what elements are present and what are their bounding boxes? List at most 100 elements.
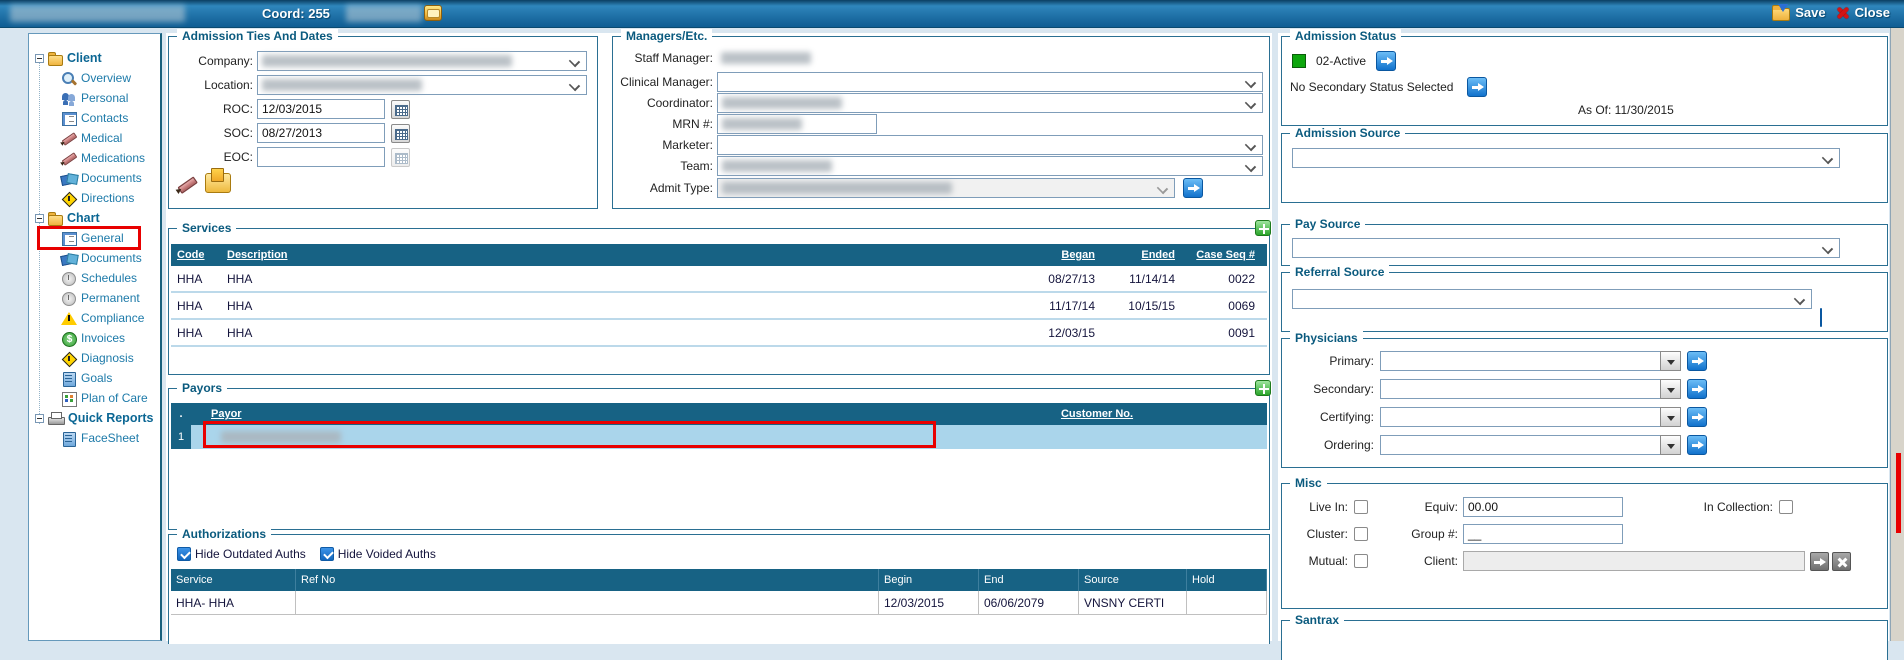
secondary-physician-combobox[interactable]: [1380, 379, 1681, 399]
roc-date-input[interactable]: 12/03/2015: [257, 99, 385, 119]
column-header-end[interactable]: End: [979, 569, 1079, 591]
sidebar-item-plan-of-care[interactable]: Plan of Care: [61, 388, 160, 408]
referral-source-select[interactable]: [1292, 289, 1812, 309]
column-header-ended[interactable]: Ended: [1095, 249, 1175, 261]
collapse-icon[interactable]: [35, 414, 44, 423]
close-button[interactable]: Close: [1836, 5, 1890, 20]
cluster-checkbox[interactable]: [1354, 527, 1368, 541]
collapse-icon[interactable]: [35, 54, 44, 63]
primary-physician-go-button[interactable]: [1687, 351, 1707, 371]
sidebar-item-overview[interactable]: Overview: [61, 68, 160, 88]
sidebar-section-chart[interactable]: Chart: [35, 208, 160, 228]
ordering-physician-input[interactable]: [1380, 435, 1660, 455]
add-service-button[interactable]: [1255, 220, 1271, 236]
ordering-physician-combobox[interactable]: [1380, 435, 1681, 455]
soc-date-input[interactable]: 08/27/2013: [257, 123, 385, 143]
column-header-hold[interactable]: Hold: [1187, 569, 1267, 591]
edit-pencil-icon[interactable]: [177, 175, 198, 195]
service-row[interactable]: HHA HHA 08/27/13 11/14/14 0022: [171, 266, 1267, 291]
column-header-ref-no[interactable]: Ref No: [296, 569, 879, 591]
collapse-icon[interactable]: [35, 214, 44, 223]
roc-calendar-button[interactable]: [391, 100, 410, 119]
sidebar-section-client[interactable]: Client: [35, 48, 160, 68]
client-input: [1463, 551, 1805, 571]
dropdown-button[interactable]: [1660, 379, 1681, 399]
client-clear-button[interactable]: [1832, 552, 1851, 571]
hide-voided-auths-checkbox[interactable]: [320, 547, 334, 561]
sidebar-item-invoices[interactable]: Invoices: [61, 328, 160, 348]
sidebar-item-contacts[interactable]: Contacts: [61, 108, 160, 128]
status-color-swatch: [1292, 54, 1306, 68]
primary-physician-combobox[interactable]: [1380, 351, 1681, 371]
dropdown-button[interactable]: [1660, 435, 1681, 455]
secondary-status-go-button[interactable]: [1467, 77, 1487, 97]
company-select[interactable]: [257, 51, 587, 71]
dropdown-button[interactable]: [1660, 407, 1681, 427]
eoc-date-input[interactable]: [257, 147, 385, 167]
sidebar-item-goals[interactable]: Goals: [61, 368, 160, 388]
sidebar-item-diagnosis[interactable]: Diagnosis: [61, 348, 160, 368]
group-number-input[interactable]: __: [1463, 524, 1623, 544]
admit-type-go-button[interactable]: [1183, 178, 1203, 198]
save-button[interactable]: Save: [1772, 4, 1825, 21]
add-payor-button[interactable]: [1255, 380, 1271, 396]
column-header-description[interactable]: Description: [221, 249, 1015, 261]
primary-physician-input[interactable]: [1380, 351, 1660, 371]
sidebar-item-client-documents[interactable]: Documents: [61, 168, 160, 188]
column-header-service[interactable]: Service: [171, 569, 296, 591]
sidebar-item-permanent[interactable]: Permanent: [61, 288, 160, 308]
equiv-input[interactable]: 00.00: [1463, 497, 1623, 517]
clinical-manager-select[interactable]: [717, 72, 1263, 92]
column-header-customer-no[interactable]: Customer No.: [927, 408, 1267, 420]
certifying-physician-input[interactable]: [1380, 407, 1660, 427]
sidebar-item-facesheet[interactable]: FaceSheet: [61, 428, 160, 448]
dropdown-button[interactable]: [1660, 351, 1681, 371]
service-row[interactable]: HHA HHA 12/03/15 0091: [171, 320, 1267, 345]
auth-end: 06/06/2079: [979, 591, 1079, 615]
primary-status-go-button[interactable]: [1376, 51, 1396, 71]
sidebar-item-directions[interactable]: Directions: [61, 188, 160, 208]
sidebar-item-personal[interactable]: Personal: [61, 88, 160, 108]
client-go-button[interactable]: [1810, 552, 1829, 571]
vertical-scrollbar[interactable]: [1890, 28, 1904, 641]
secondary-physician-input[interactable]: [1380, 379, 1660, 399]
column-header-code[interactable]: Code: [171, 249, 221, 261]
authorization-row[interactable]: HHA- HHA 12/03/2015 06/06/2079 VNSNY CER…: [171, 591, 1267, 615]
admit-type-select[interactable]: [717, 178, 1175, 198]
sidebar-item-schedules[interactable]: Schedules: [61, 268, 160, 288]
admission-source-select[interactable]: [1292, 148, 1840, 168]
referral-source-go-button[interactable]: [1820, 308, 1822, 327]
in-collection-checkbox[interactable]: [1779, 500, 1793, 514]
certifying-physician-go-button[interactable]: [1687, 407, 1707, 427]
soc-calendar-button[interactable]: [391, 124, 410, 143]
client-label: Client:: [1368, 554, 1458, 568]
column-header-payor[interactable]: Payor: [191, 408, 927, 420]
sidebar-item-compliance[interactable]: Compliance: [61, 308, 160, 328]
ordering-physician-go-button[interactable]: [1687, 435, 1707, 455]
money-icon[interactable]: [424, 5, 442, 21]
team-select[interactable]: [717, 156, 1263, 176]
certifying-physician-combobox[interactable]: [1380, 407, 1681, 427]
pay-source-select[interactable]: [1292, 238, 1840, 258]
sidebar-item-chart-documents[interactable]: Documents: [61, 248, 160, 268]
column-header-case-seq[interactable]: Case Seq #: [1175, 249, 1267, 261]
secondary-physician-go-button[interactable]: [1687, 379, 1707, 399]
location-select[interactable]: [257, 75, 587, 95]
column-header-begin[interactable]: Begin: [879, 569, 979, 591]
service-ended: 10/15/15: [1095, 299, 1175, 313]
hide-outdated-auths-checkbox[interactable]: [177, 547, 191, 561]
authorizations-table-header: Service Ref No Begin End Source Hold: [171, 569, 1267, 591]
live-in-checkbox[interactable]: [1354, 500, 1368, 514]
service-row[interactable]: HHA HHA 11/17/14 10/15/15 0069: [171, 293, 1267, 318]
column-header-source[interactable]: Source: [1079, 569, 1187, 591]
sidebar-section-quick-reports[interactable]: Quick Reports: [35, 408, 160, 428]
mrn-input[interactable]: [717, 114, 877, 134]
column-header-began[interactable]: Began: [1015, 249, 1095, 261]
pencil-icon: [61, 151, 77, 166]
coordinator-select[interactable]: [717, 93, 1263, 113]
mutual-checkbox[interactable]: [1354, 554, 1368, 568]
section-title: Pay Source: [1290, 217, 1365, 231]
sidebar-item-medical[interactable]: Medical: [61, 128, 160, 148]
marketer-select[interactable]: [717, 135, 1263, 155]
sidebar-item-medications[interactable]: Medications: [61, 148, 160, 168]
